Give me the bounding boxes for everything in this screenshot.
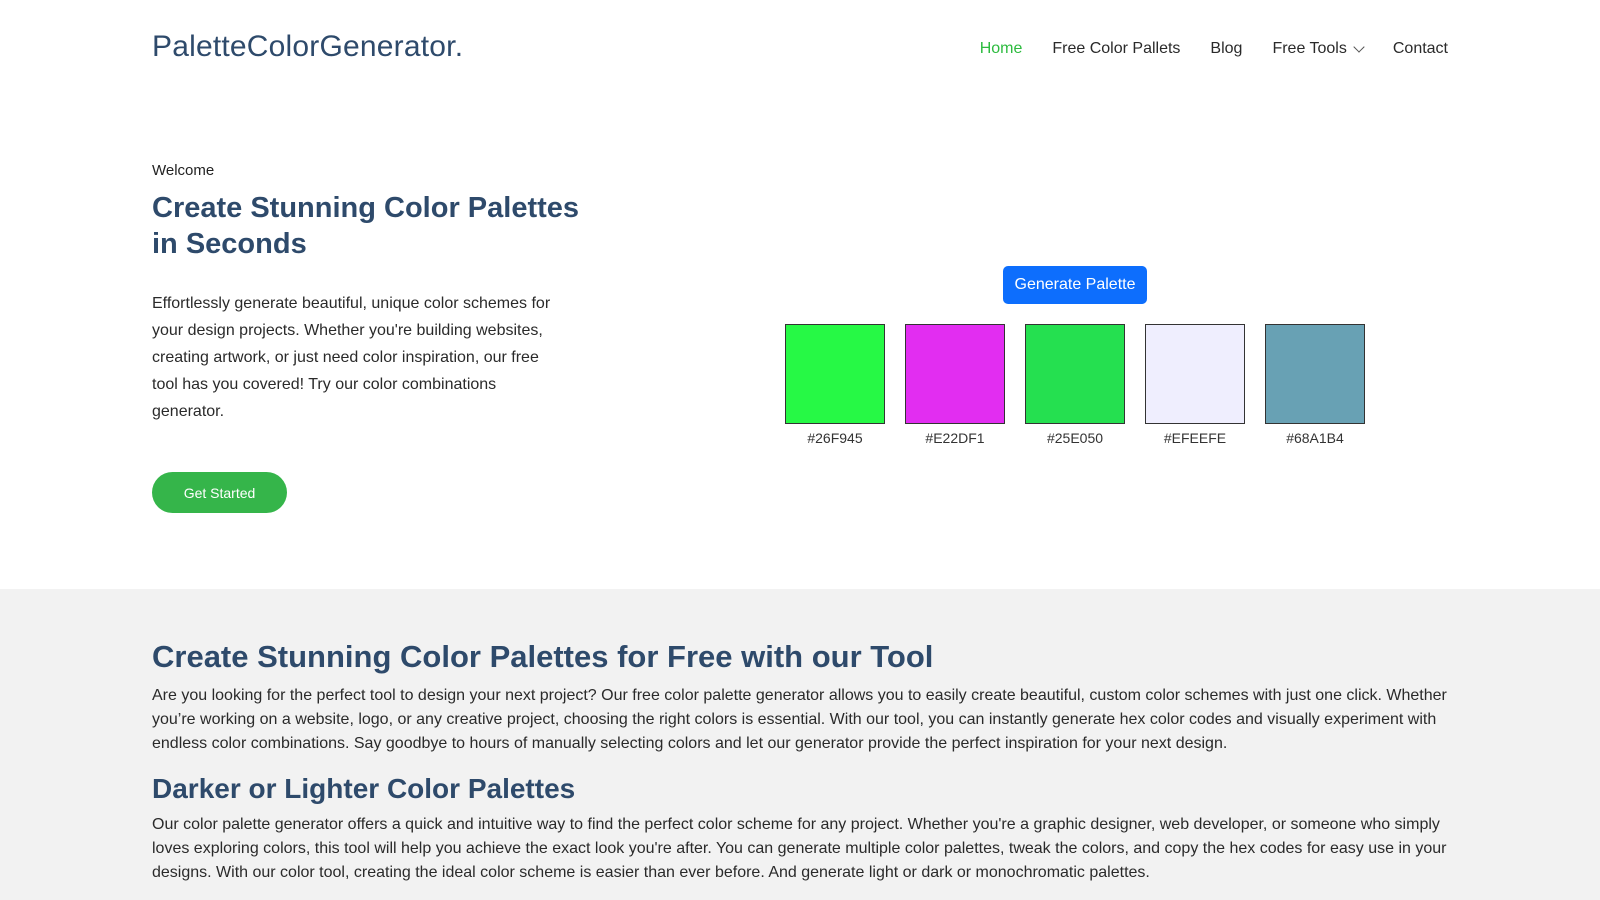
swatch-item: #26F945 — [785, 324, 885, 446]
swatch-hex-label[interactable]: #25E050 — [1047, 430, 1103, 446]
nav-home[interactable]: Home — [980, 40, 1023, 58]
nav-home-label: Home — [979, 40, 1023, 57]
get-started-button[interactable]: Get Started — [152, 472, 287, 513]
swatch-hex-label[interactable]: #EFEEFE — [1164, 430, 1226, 446]
palette-generator: Generate Palette #26F945 #E22DF1 #25E050… — [785, 266, 1365, 456]
info-paragraph-free-tool: Are you looking for the perfect tool to … — [152, 687, 1447, 752]
nav-free-tools[interactable]: Free Tools — [1272, 40, 1365, 58]
hero-eyebrow: Welcome — [152, 162, 215, 179]
nav-blog[interactable]: Blog — [1210, 40, 1242, 58]
chevron-down-icon — [1353, 40, 1365, 53]
color-swatch[interactable] — [785, 324, 885, 424]
nav-contact[interactable]: Contact — [1393, 40, 1448, 58]
swatch-hex-label[interactable]: #68A1B4 — [1286, 430, 1344, 446]
swatch-item: #68A1B4 — [1265, 324, 1365, 446]
color-swatch[interactable] — [1025, 324, 1125, 424]
palette-swatches: #26F945 #E22DF1 #25E050 #EFEEFE #68A1B4 — [785, 324, 1365, 446]
site-header: PaletteColorGenerator. Home Free Color P… — [152, 0, 1448, 100]
swatch-item: #EFEEFE — [1145, 324, 1245, 446]
nav-free-color-pallets[interactable]: Free Color Pallets — [1052, 40, 1180, 58]
color-swatch[interactable] — [1145, 324, 1245, 424]
hero-description: Effortlessly generate beautiful, unique … — [152, 295, 551, 420]
generate-palette-button[interactable]: Generate Palette — [1003, 266, 1147, 304]
info-paragraph-darker-lighter: Our color palette generator offers a qui… — [152, 816, 1447, 881]
color-swatch[interactable] — [1265, 324, 1365, 424]
site-logo[interactable]: PaletteColorGenerator. — [152, 30, 463, 64]
swatch-hex-label[interactable]: #E22DF1 — [925, 430, 984, 446]
info-heading-darker-lighter: Darker or Lighter Color Palettes — [152, 773, 576, 804]
swatch-item: #E22DF1 — [905, 324, 1005, 446]
hero-title: Create Stunning Color Palettes in Second… — [152, 192, 580, 260]
info-heading-free-tool: Create Stunning Color Palettes for Free … — [152, 639, 934, 674]
nav-blog-label: Blog — [1210, 40, 1243, 57]
swatch-item: #25E050 — [1025, 324, 1125, 446]
nav-free-color-pallets-label: Free Color Pallets — [1052, 40, 1181, 57]
info-section: Create Stunning Color Palettes for Free … — [0, 589, 1600, 900]
color-swatch[interactable] — [905, 324, 1005, 424]
main-nav: Home Free Color Pallets Blog Free Tools … — [980, 40, 1448, 58]
nav-contact-label: Contact — [1392, 40, 1448, 57]
nav-free-tools-label: Free Tools — [1272, 40, 1347, 57]
swatch-hex-label[interactable]: #26F945 — [807, 430, 862, 446]
